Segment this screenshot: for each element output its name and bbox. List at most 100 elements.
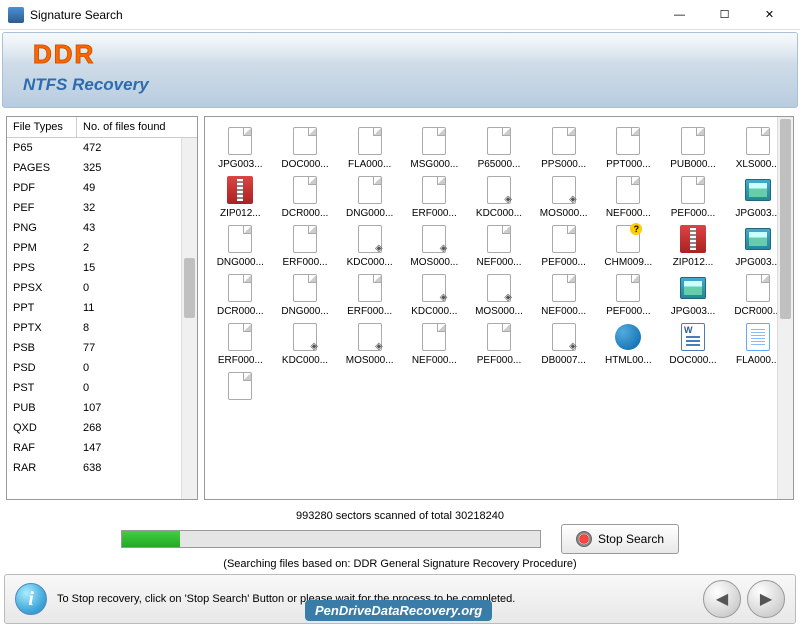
file-item[interactable]: DOC000... [274, 125, 337, 170]
file-item[interactable]: PEF000... [662, 174, 725, 219]
file-item[interactable]: PUB000... [662, 125, 725, 170]
file-item[interactable]: MOS000... [532, 174, 595, 219]
file-label: PEF000... [600, 306, 656, 317]
file-type-label: P65 [7, 142, 77, 154]
file-type-row[interactable]: PPSX0 [7, 278, 197, 298]
file-label: JPG003... [212, 159, 268, 170]
file-item[interactable]: DNG000... [274, 272, 337, 317]
file-label: PEF000... [665, 208, 721, 219]
right-scrollbar[interactable] [777, 117, 793, 499]
file-type-row[interactable]: PDF49 [7, 178, 197, 198]
file-item[interactable]: MSG000... [403, 125, 466, 170]
file-type-row[interactable]: PST0 [7, 378, 197, 398]
file-type-row[interactable]: PPTX8 [7, 318, 197, 338]
file-label: FLA000... [342, 159, 398, 170]
file-item[interactable]: NEF000... [403, 321, 466, 366]
maximize-button[interactable]: ☐ [702, 1, 747, 29]
file-type-row[interactable]: QXD268 [7, 418, 197, 438]
marked-icon [483, 174, 515, 206]
file-type-label: PNG [7, 222, 77, 234]
file-type-count: 472 [77, 142, 197, 154]
file-item[interactable]: MOS000... [403, 223, 466, 268]
stop-search-button[interactable]: Stop Search [561, 524, 679, 554]
file-label: JPG003... [665, 306, 721, 317]
file-item[interactable]: DCR000... [209, 272, 272, 317]
file-label: MSG000... [406, 159, 462, 170]
file-item[interactable]: MOS000... [338, 321, 401, 366]
marked-icon [483, 272, 515, 304]
col-file-types[interactable]: File Types [7, 117, 77, 137]
file-item[interactable]: PPS000... [532, 125, 595, 170]
file-item[interactable]: DOC000... [662, 321, 725, 366]
file-item[interactable]: PEF000... [597, 272, 660, 317]
file-type-row[interactable]: PUB107 [7, 398, 197, 418]
file-item[interactable]: KDC000... [468, 174, 531, 219]
file-item[interactable]: ERF000... [338, 272, 401, 317]
file-item[interactable] [209, 370, 272, 404]
file-item[interactable]: CHM009... [597, 223, 660, 268]
marked-icon [418, 272, 450, 304]
minimize-button[interactable]: — [657, 1, 702, 29]
file-label: ERF000... [212, 355, 268, 366]
file-item[interactable]: DB0007... [532, 321, 595, 366]
file-type-row[interactable]: PPT11 [7, 298, 197, 318]
file-item[interactable]: ZIP012... [662, 223, 725, 268]
file-type-label: PPSX [7, 282, 77, 294]
left-scrollbar[interactable] [181, 138, 197, 499]
file-item[interactable]: NEF000... [468, 223, 531, 268]
file-label: DCR000... [277, 208, 333, 219]
file-item[interactable]: DNG000... [209, 223, 272, 268]
file-item[interactable]: PEF000... [532, 223, 595, 268]
file-type-count: 0 [77, 282, 197, 294]
close-button[interactable]: ✕ [747, 1, 792, 29]
file-type-row[interactable]: PSB77 [7, 338, 197, 358]
file-label: ZIP012... [665, 257, 721, 268]
file-item[interactable]: ERF000... [209, 321, 272, 366]
file-item[interactable]: KDC000... [338, 223, 401, 268]
file-item[interactable]: FLA000... [338, 125, 401, 170]
jpg-icon [742, 223, 774, 255]
file-item[interactable]: NEF000... [532, 272, 595, 317]
file-label: KDC000... [406, 306, 462, 317]
file-item[interactable]: ERF000... [403, 174, 466, 219]
file-item[interactable]: ZIP012... [209, 174, 272, 219]
file-type-label: PST [7, 382, 77, 394]
right-scroll-thumb[interactable] [780, 119, 791, 319]
file-item[interactable]: P65000... [468, 125, 531, 170]
back-button[interactable]: ◀ [703, 580, 741, 618]
file-item[interactable]: JPG003... [662, 272, 725, 317]
file-type-row[interactable]: PEF32 [7, 198, 197, 218]
file-item[interactable]: NEF000... [597, 174, 660, 219]
file-type-count: 2 [77, 242, 197, 254]
file-label: DCR000... [212, 306, 268, 317]
file-type-row[interactable]: PPS15 [7, 258, 197, 278]
forward-button[interactable]: ▶ [747, 580, 785, 618]
file-label: DOC000... [665, 355, 721, 366]
file-item[interactable]: KDC000... [274, 321, 337, 366]
file-item[interactable]: KDC000... [403, 272, 466, 317]
file-item[interactable]: DNG000... [338, 174, 401, 219]
col-files-found[interactable]: No. of files found [77, 117, 197, 137]
file-type-row[interactable]: PAGES325 [7, 158, 197, 178]
file-type-row[interactable]: PPM2 [7, 238, 197, 258]
file-item[interactable]: PEF000... [468, 321, 531, 366]
file-label: PUB000... [665, 159, 721, 170]
file-type-row[interactable]: P65472 [7, 138, 197, 158]
file-type-row[interactable]: RAR638 [7, 458, 197, 478]
file-item[interactable]: ERF000... [274, 223, 337, 268]
file-type-label: RAR [7, 462, 77, 474]
file-type-row[interactable]: PSD0 [7, 358, 197, 378]
progress-fill [122, 531, 181, 547]
file-label: DB0007... [536, 355, 592, 366]
file-item[interactable]: MOS000... [468, 272, 531, 317]
footer: i To Stop recovery, click on 'Stop Searc… [4, 574, 796, 624]
file-item[interactable]: JPG003... [209, 125, 272, 170]
files-panel: JPG003... DOC000... FLA000... MSG000... P650… [204, 116, 794, 500]
file-type-row[interactable]: PNG43 [7, 218, 197, 238]
left-scroll-thumb[interactable] [184, 258, 195, 318]
file-type-row[interactable]: RAF147 [7, 438, 197, 458]
file-item[interactable]: DCR000... [274, 174, 337, 219]
file-item[interactable]: PPT000... [597, 125, 660, 170]
blank-icon [418, 174, 450, 206]
file-item[interactable]: HTML00... [597, 321, 660, 366]
